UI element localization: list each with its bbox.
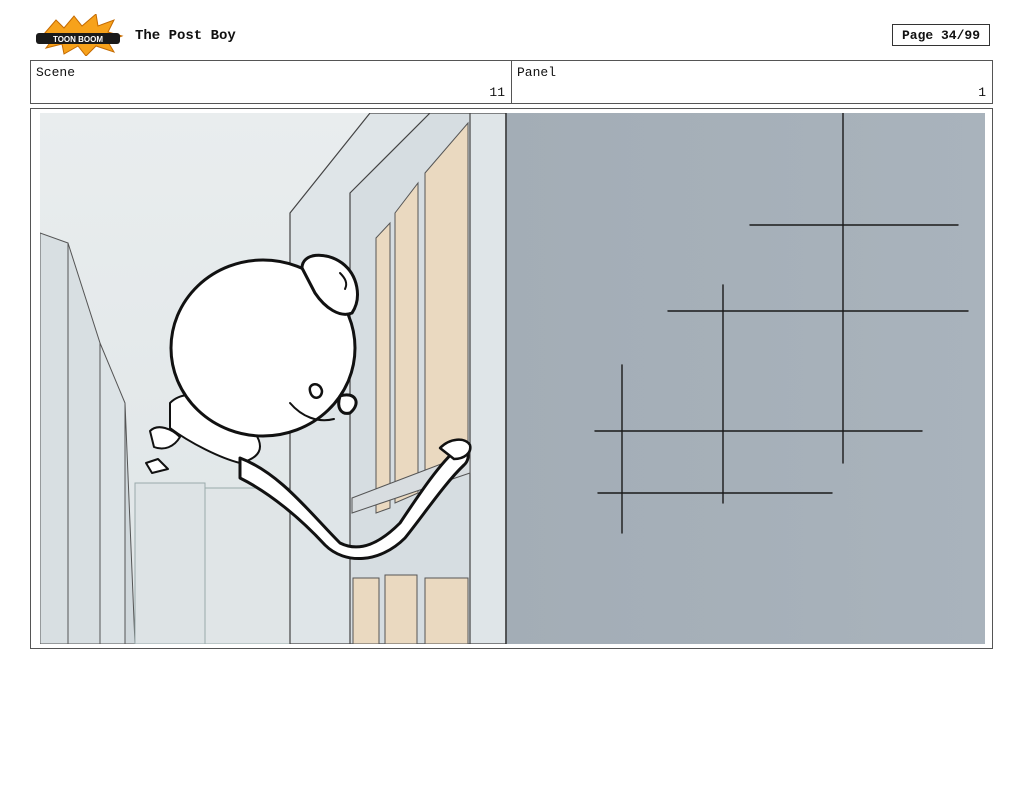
svg-text:TOON BOOM: TOON BOOM — [53, 35, 103, 44]
grey-wall — [506, 113, 985, 644]
scene-number: 11 — [489, 85, 505, 100]
storyboard-panel — [30, 108, 993, 649]
scene-panel-info: Scene 11 Panel 1 — [30, 60, 993, 104]
panel-artwork — [40, 113, 985, 644]
page-indicator: Page 34/99 — [892, 24, 990, 46]
storyboard-title: The Post Boy — [135, 28, 236, 44]
toon-boom-logo-icon: TOON BOOM — [36, 14, 124, 56]
panel-cell: Panel 1 — [511, 61, 992, 103]
scene-cell: Scene 11 — [31, 61, 511, 103]
scene-label: Scene — [36, 65, 76, 80]
panel-label: Panel — [517, 65, 557, 80]
panel-number: 1 — [978, 85, 986, 100]
